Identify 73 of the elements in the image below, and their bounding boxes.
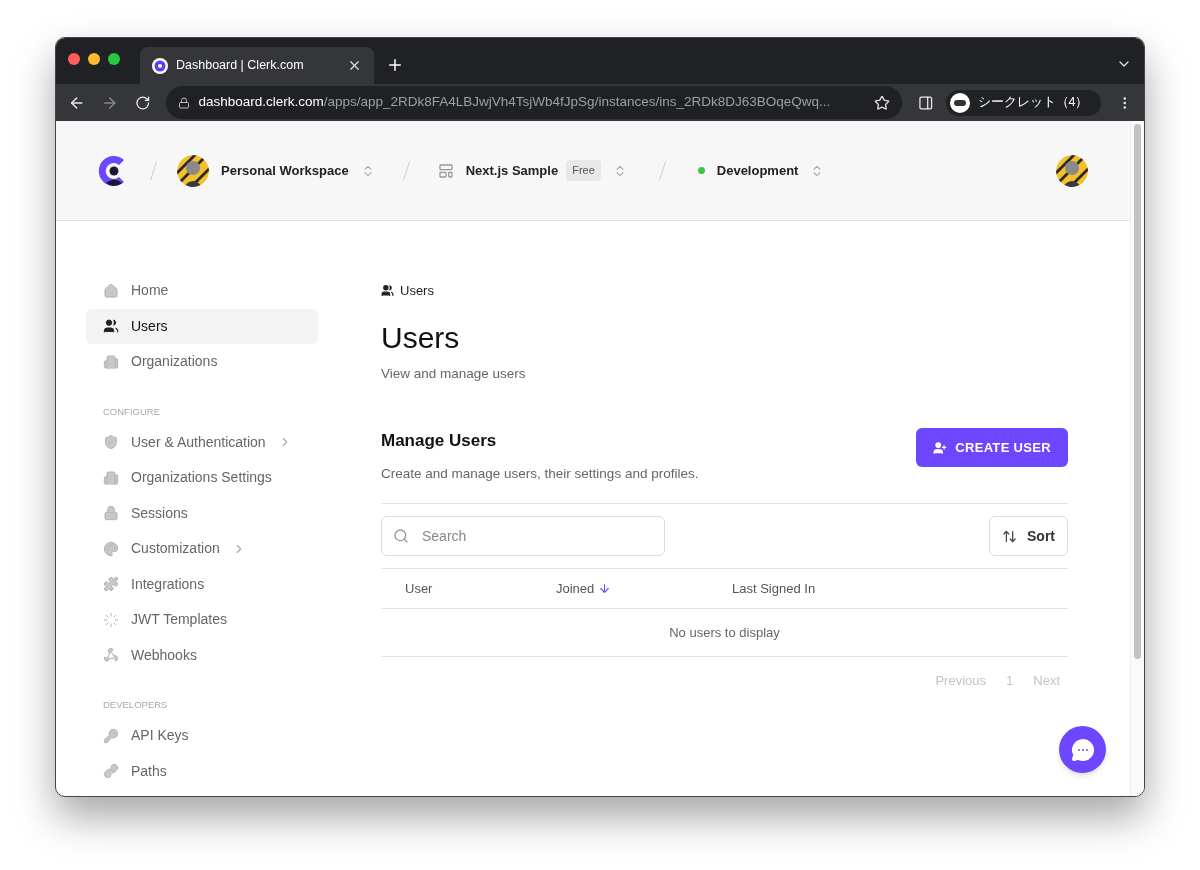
chat-bubble-icon (1070, 737, 1095, 762)
sidebar-item[interactable]: Customization (86, 531, 318, 567)
sidebar-item[interactable]: Organizations (86, 344, 318, 380)
new-tab-icon[interactable] (386, 56, 404, 74)
key-icon (103, 727, 119, 744)
avatar-icon (1056, 154, 1088, 187)
sidebar-item[interactable]: JWT Templates (86, 602, 318, 638)
avatar-icon (177, 154, 209, 187)
palette-icon (103, 540, 119, 557)
slash-separator-icon (658, 160, 666, 181)
link-icon (103, 763, 119, 780)
sidebar-item[interactable]: API Keys (86, 718, 318, 754)
sidebar-item[interactable]: Users (86, 308, 318, 344)
column-header[interactable]: Last Signed In (732, 578, 1068, 599)
sort-button[interactable]: Sort (989, 516, 1068, 556)
sidebar-item[interactable]: Sessions (86, 495, 318, 531)
search-icon (393, 528, 409, 544)
lock-icon (103, 505, 119, 522)
sidebar-item[interactable]: Home (86, 273, 318, 309)
puzzle-icon (103, 576, 119, 593)
app-switcher[interactable]: Next.js Sample Free (437, 160, 627, 181)
side-panel-icon[interactable] (918, 94, 934, 111)
burst-icon (103, 611, 119, 628)
chat-button[interactable] (1059, 726, 1106, 773)
empty-message: No users to display (381, 608, 1068, 657)
slash-separator-icon (150, 160, 157, 181)
section-heading: DEVELOPERS (102, 698, 169, 713)
create-user-button[interactable]: CREATE USER (916, 428, 1068, 468)
minimize-window-icon[interactable] (88, 53, 100, 65)
home-icon (103, 282, 119, 299)
slash-separator-icon (402, 160, 410, 181)
building-icon (103, 469, 119, 486)
column-header[interactable]: Joined (556, 578, 732, 599)
sidebar-item[interactable]: Integrations (86, 566, 318, 602)
users-icon (103, 318, 119, 335)
address-bar[interactable]: dashboard.clerk.com/apps/app_2RDk8FA4LBJwjVh4TsjWb4fJpSg/instances/ins_2RDk8DJ63BOqeQwq... (166, 86, 903, 119)
breadcrumb-link[interactable]: Users (400, 280, 434, 301)
webhook-icon (103, 647, 119, 664)
environment-switcher[interactable]: Development (697, 160, 825, 181)
sort-arrows-icon (1002, 528, 1017, 544)
users-icon (381, 284, 394, 297)
section-heading: CONFIGURE (102, 404, 161, 419)
browser-tab[interactable]: Dashboard | Clerk.com (140, 47, 374, 84)
shield-icon (103, 434, 119, 451)
sidebar-item[interactable]: Organizations Settings (86, 460, 318, 496)
profile-chip[interactable]: シークレット（4） (945, 89, 1101, 116)
url-text: dashboard.clerk.com/apps/app_2RDk8FA4LBJwjVh4TsjWb4fJpSg/instances/ins_2RDk8DJ63BOqeQwq... (198, 93, 832, 112)
arrow-down-icon (598, 582, 612, 595)
sidebar-item[interactable]: User & Authentication (86, 424, 318, 460)
user-plus-icon (933, 440, 948, 455)
zoom-window-icon[interactable] (108, 53, 120, 65)
incognito-icon (949, 92, 970, 113)
section-title: Manage Users (381, 430, 498, 453)
sidebar-item[interactable]: Webhooks (86, 637, 318, 673)
sidebar-item[interactable]: Paths (86, 753, 318, 789)
layout-icon (437, 162, 454, 179)
building-icon (103, 353, 119, 370)
section-description: Create and manage users, their settings and profiles. (381, 464, 699, 483)
profile-avatar[interactable] (1056, 154, 1088, 187)
tab-title: Dashboard | Clerk.com (176, 57, 305, 75)
close-icon[interactable] (347, 58, 362, 73)
page-subtitle: View and manage users (381, 365, 527, 383)
logo-icon (152, 57, 168, 74)
bookmark-star-icon[interactable] (874, 94, 891, 111)
page-title: Users (381, 320, 461, 356)
workspace-switcher[interactable]: Personal Workspace (177, 154, 375, 187)
lock-icon (178, 96, 191, 109)
search-field[interactable]: Search (381, 516, 665, 556)
plan-badge: Free (566, 160, 601, 181)
close-window-icon[interactable] (68, 53, 80, 65)
reload-icon[interactable] (134, 94, 151, 111)
column-header[interactable]: User (381, 578, 556, 599)
scrollbar-thumb[interactable] (1134, 124, 1141, 659)
